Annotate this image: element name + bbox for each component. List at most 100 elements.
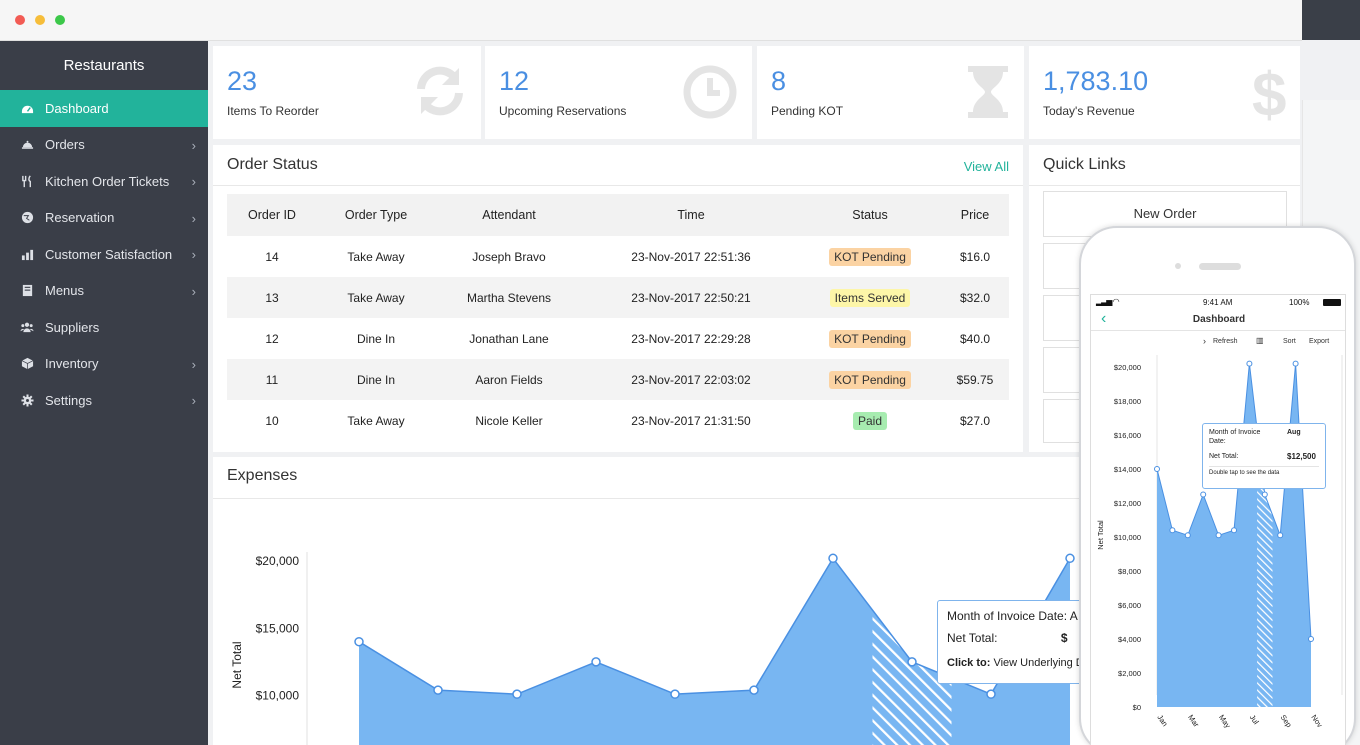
- order-status-panel: Order Status View All Order ID Order Type…: [213, 145, 1023, 452]
- tooltip-label: Net Total:: [947, 631, 998, 645]
- x-tick-label: Mar: [1186, 713, 1201, 729]
- data-point: [1215, 532, 1222, 539]
- box-icon: [20, 357, 34, 371]
- cell-time: 23-Nov-2017 22:51:36: [631, 249, 751, 264]
- area-fill: [1157, 363, 1311, 707]
- chevron-right-icon: ›: [191, 283, 196, 299]
- phone-speaker: [1199, 263, 1241, 270]
- sidebar-item-dashboard[interactable]: Dashboard: [0, 90, 208, 127]
- cell-type: Take Away: [347, 413, 405, 428]
- column-header[interactable]: Time: [583, 194, 799, 236]
- tooltip-click-label: Click to:: [947, 657, 991, 669]
- column-header[interactable]: Price: [941, 194, 1009, 236]
- sidebar-item-customer-satisfaction[interactable]: Customer Satisfaction ›: [0, 236, 208, 273]
- data-point: [1261, 491, 1268, 498]
- export-button[interactable]: Export: [1309, 338, 1329, 345]
- column-header[interactable]: Order Type: [317, 194, 435, 236]
- phone-camera: [1175, 263, 1181, 269]
- data-point: [1065, 553, 1075, 564]
- table-row[interactable]: 12 Dine In Jonathan Lane 23-Nov-2017 22:29:…: [227, 318, 1009, 359]
- view-underlying-data-link[interactable]: View Underlying Data: [993, 657, 1086, 669]
- phone-toolbar: › Refresh ▥ Sort Export: [1091, 335, 1345, 349]
- chevron-right-icon: ›: [191, 356, 196, 372]
- data-point: [828, 553, 838, 564]
- globe-icon: [20, 211, 34, 225]
- stat-card[interactable]: 12 Upcoming Reservations: [485, 46, 752, 139]
- data-point: [907, 657, 917, 667]
- refresh-button[interactable]: Refresh: [1213, 338, 1238, 345]
- sidebar-item-label: Menus: [45, 283, 85, 299]
- cell-attendant: Jonathan Lane: [469, 331, 549, 346]
- cell-id: 10: [265, 413, 279, 428]
- x-tick-label: Nov: [1309, 713, 1324, 729]
- sidebar-item-suppliers[interactable]: Suppliers: [0, 309, 208, 346]
- tooltip-label: Net Total:: [1209, 453, 1239, 460]
- cell-price: $16.0: [959, 249, 991, 264]
- tooltip-hint: Double tap to see the data: [1209, 470, 1280, 476]
- sidebar-item-settings[interactable]: Settings ›: [0, 382, 208, 419]
- sidebar-item-orders[interactable]: Orders ›: [0, 127, 208, 164]
- window-titlebar: [0, 0, 1302, 41]
- column-header[interactable]: Order ID: [227, 194, 317, 236]
- table-row[interactable]: 14 Take Away Joseph Bravo 23-Nov-2017 22:51…: [227, 236, 1009, 277]
- y-tick-label: $10,000: [256, 689, 300, 703]
- close-window-icon[interactable]: [15, 15, 25, 25]
- table-row[interactable]: 11 Dine In Aaron Fields 23-Nov-2017 22:03:0…: [227, 359, 1009, 400]
- data-point: [1154, 466, 1160, 472]
- cell-type: Take Away: [317, 277, 435, 318]
- chart-type-icon[interactable]: ▥: [1256, 336, 1264, 345]
- y-tick-label: $0: [1133, 703, 1141, 712]
- status-badge: KOT Pending: [829, 370, 911, 389]
- column-header[interactable]: Attendant: [435, 194, 583, 236]
- cell-price: $32.0: [941, 277, 1009, 318]
- status-badge: Paid: [852, 411, 888, 430]
- data-point: [986, 689, 996, 699]
- sidebar-item-inventory[interactable]: Inventory ›: [0, 346, 208, 383]
- cell-id: 12: [265, 331, 279, 346]
- cell-price: $59.75: [941, 359, 1009, 400]
- phone-chart[interactable]: $20,000 $18,000 $16,000 $14,000 $12,000 $10,0…: [1091, 355, 1346, 745]
- stat-card[interactable]: 8 Pending KOT: [757, 46, 1024, 139]
- table-row[interactable]: 10 Take Away Nicole Keller 23-Nov-2017 21:3…: [227, 400, 1009, 441]
- sidebar-item-menus[interactable]: Menus ›: [0, 273, 208, 310]
- stat-card[interactable]: 1,783.10 Today's Revenue $: [1029, 46, 1300, 139]
- suppliers-icon: [20, 320, 34, 334]
- sort-button[interactable]: Sort: [1283, 338, 1296, 345]
- data-point: [1184, 532, 1191, 539]
- view-all-link[interactable]: View All: [964, 159, 1009, 174]
- column-header[interactable]: Status: [799, 194, 941, 236]
- cell-id: 13: [227, 277, 317, 318]
- y-axis-label: Net Total: [230, 641, 244, 688]
- y-tick-label: $10,000: [1114, 533, 1141, 542]
- sidebar-item-reservation[interactable]: Reservation ›: [0, 200, 208, 237]
- y-axis-label: Net Total: [1096, 520, 1105, 550]
- chart-tooltip: Month of Invoice Date: A Net Total: $ Cl…: [937, 600, 1087, 684]
- phone-navbar: ‹ Dashboard: [1091, 309, 1345, 331]
- chevron-right-icon: ›: [191, 393, 196, 408]
- sidebar-item-kitchen-order-tickets[interactable]: Kitchen Order Tickets ›: [0, 163, 208, 200]
- phone-time: 9:41 AM: [1203, 298, 1233, 307]
- phone-chart-tooltip: Month of Invoice Date: Aug Net Total: $1…: [1202, 423, 1326, 489]
- app-title: Restaurants: [63, 57, 145, 74]
- hourglass-icon: [966, 64, 1010, 125]
- y-tick-label: $18,000: [1114, 397, 1141, 406]
- cell-time: 23-Nov-2017 21:31:50: [631, 413, 751, 428]
- phone-mockup: ▂▃▅ ◠ 9:41 AM 100% ‹ Dashboard › Refresh…: [1079, 226, 1356, 745]
- cell-attendant: Joseph Bravo: [472, 249, 546, 264]
- sidebar-item-label: Customer Satisfaction: [45, 246, 173, 262]
- stat-value: 12: [499, 66, 530, 96]
- stat-card[interactable]: 23 Items To Reorder: [213, 46, 481, 139]
- menu-book-icon: [20, 284, 34, 298]
- stat-value: 1,783.10: [1043, 66, 1149, 96]
- chevron-right-icon: ›: [1203, 336, 1206, 346]
- cell-id: 14: [265, 249, 279, 264]
- sidebar-item-label: Kitchen Order Tickets: [45, 173, 170, 189]
- maximize-window-icon[interactable]: [55, 15, 65, 25]
- tooltip-label: Month of Invoice Date:: [947, 609, 1068, 623]
- x-tick-label: Jan: [1155, 713, 1169, 728]
- x-tick-label: Jul: [1248, 713, 1261, 726]
- table-row[interactable]: 13 Take Away Martha Stevens 23-Nov-2017 22:…: [227, 277, 1009, 318]
- data-point: [591, 657, 601, 667]
- x-tick-label: Sep: [1279, 713, 1294, 729]
- minimize-window-icon[interactable]: [35, 15, 45, 25]
